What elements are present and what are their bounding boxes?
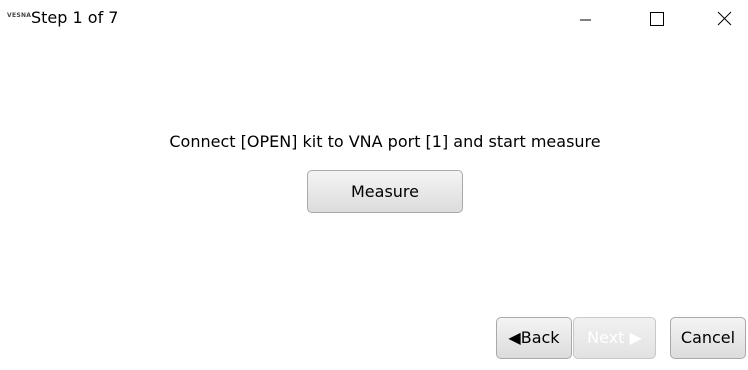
window-title: Step 1 of 7: [31, 8, 119, 27]
maximize-button[interactable]: [632, 0, 678, 40]
maximize-icon: [650, 12, 664, 26]
back-button[interactable]: ◀Back: [496, 317, 572, 359]
instruction-text: Connect [OPEN] kit to VNA port [1] and s…: [169, 132, 601, 151]
next-button[interactable]: Next ▶: [573, 317, 656, 359]
close-button[interactable]: [702, 0, 748, 40]
title-bar: VESNA Step 1 of 7: [0, 0, 748, 40]
app-logo: VESNA: [7, 12, 32, 19]
measure-button[interactable]: Measure: [307, 170, 463, 213]
minimize-icon: [580, 19, 591, 21]
wizard-window: VESNA Step 1 of 7 Connect [OPEN] kit to …: [0, 0, 748, 370]
minimize-button[interactable]: [562, 0, 608, 40]
cancel-button[interactable]: Cancel: [670, 317, 746, 359]
close-icon: [717, 11, 732, 26]
